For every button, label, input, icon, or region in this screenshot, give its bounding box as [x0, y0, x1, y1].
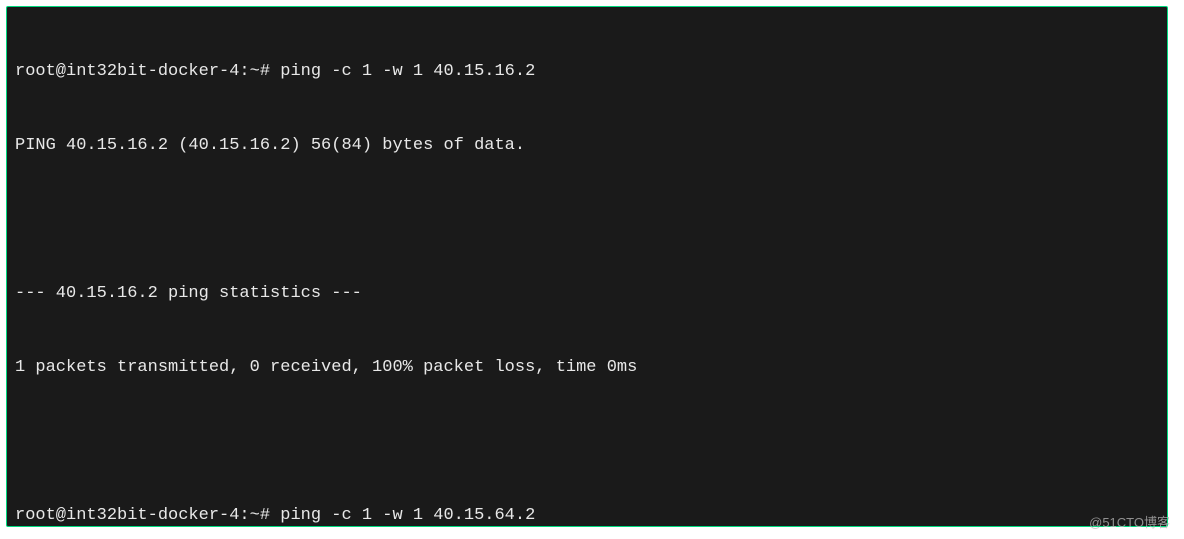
watermark-text: @51CTO博客	[1089, 512, 1170, 531]
blank-line	[15, 208, 1159, 233]
terminal-line: root@int32bit-docker-4:~# ping -c 1 -w 1…	[15, 504, 1159, 527]
terminal-line: root@int32bit-docker-4:~# ping -c 1 -w 1…	[15, 60, 1159, 85]
blank-line	[15, 430, 1159, 455]
terminal-window[interactable]: root@int32bit-docker-4:~# ping -c 1 -w 1…	[6, 6, 1168, 527]
terminal-line: 1 packets transmitted, 0 received, 100% …	[15, 356, 1159, 381]
prompt-text: root@int32bit-docker-4:~#	[15, 506, 280, 525]
command-text: ping -c 1 -w 1 40.15.64.2	[280, 506, 535, 525]
terminal-line: PING 40.15.16.2 (40.15.16.2) 56(84) byte…	[15, 134, 1159, 159]
command-text: ping -c 1 -w 1 40.15.16.2	[280, 62, 535, 81]
prompt-text: root@int32bit-docker-4:~#	[15, 62, 280, 81]
terminal-content[interactable]: root@int32bit-docker-4:~# ping -c 1 -w 1…	[7, 7, 1167, 527]
terminal-line: --- 40.15.16.2 ping statistics ---	[15, 282, 1159, 307]
